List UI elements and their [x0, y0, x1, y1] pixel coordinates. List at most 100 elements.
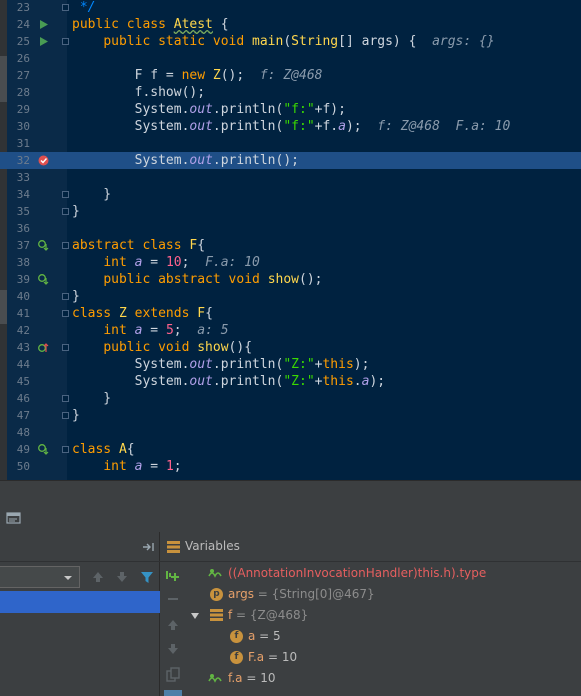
- new-watch-icon[interactable]: [165, 567, 181, 583]
- code-text: }: [72, 289, 80, 304]
- variables-panel: Variables ((AnnotationInvocationHandler)…: [160, 532, 581, 696]
- code-line[interactable]: 35}: [0, 203, 581, 220]
- frames-panel: [0, 532, 160, 696]
- code-line[interactable]: 49 class A{: [0, 441, 581, 458]
- watch-icon: [208, 674, 222, 683]
- code-line[interactable]: 38 int a = 10; F.a: 10: [0, 254, 581, 271]
- line-number: 35: [16, 205, 30, 218]
- code-text: System.out.println("f:"+f);: [72, 102, 346, 117]
- console-icon[interactable]: [6, 510, 22, 526]
- line-number: 31: [16, 137, 30, 150]
- line-number: 23: [16, 1, 30, 14]
- fold-marker[interactable]: [62, 344, 69, 351]
- line-number: 43: [16, 341, 30, 354]
- line-number: 37: [16, 239, 30, 252]
- restore-layout-icon[interactable]: [140, 539, 156, 555]
- code-text: System.out.println("f:"+f.a); f: Z@468 F…: [72, 119, 511, 134]
- code-line[interactable]: 34 }: [0, 186, 581, 203]
- fold-marker[interactable]: [62, 208, 69, 215]
- thread-selector[interactable]: [0, 566, 80, 588]
- fold-marker[interactable]: [62, 38, 69, 45]
- variable-value: = {Z@468}: [232, 608, 309, 622]
- code-line[interactable]: 26: [0, 50, 581, 67]
- field-icon: f: [230, 651, 243, 664]
- code-text: public abstract void show();: [103, 272, 323, 287]
- code-line[interactable]: 25 public static void main(String[] args…: [0, 33, 581, 50]
- expanded-triangle-icon[interactable]: [190, 611, 200, 621]
- line-number: 32: [16, 154, 30, 167]
- selected-frame[interactable]: [0, 591, 160, 613]
- fold-marker[interactable]: [62, 412, 69, 419]
- implemented-icon[interactable]: [38, 274, 49, 285]
- settings-button[interactable]: [164, 690, 182, 696]
- line-number: 34: [16, 188, 30, 201]
- copy-icon[interactable]: [165, 667, 181, 683]
- variables-header: Variables: [160, 532, 581, 562]
- code-line[interactable]: 31: [0, 135, 581, 152]
- move-down-icon[interactable]: [165, 641, 181, 657]
- code-line[interactable]: 28 f.show();: [0, 84, 581, 101]
- line-number: 24: [16, 18, 30, 31]
- line-number: 30: [16, 120, 30, 133]
- line-number: 33: [16, 171, 30, 184]
- code-line[interactable]: 50 int a = 1;: [0, 458, 581, 475]
- line-number: 29: [16, 103, 30, 116]
- variable-name: f.a: [228, 671, 243, 685]
- arrow-down-icon[interactable]: [114, 569, 130, 585]
- code-line[interactable]: 24 public class Atest {: [0, 16, 581, 33]
- debug-panel-header: [0, 480, 581, 532]
- arrow-up-icon[interactable]: [90, 569, 106, 585]
- code-line[interactable]: 39 public abstract void show();: [0, 271, 581, 288]
- current-execution-line[interactable]: 32 System.out.println();: [0, 152, 581, 169]
- code-line[interactable]: 30 System.out.println("f:"+f.a); f: Z@46…: [0, 118, 581, 135]
- code-line[interactable]: 46 }: [0, 390, 581, 407]
- code-editor[interactable]: 23 */24 public class Atest {25 public sta…: [0, 0, 581, 480]
- fold-marker[interactable]: [62, 242, 69, 249]
- code-text: }: [72, 408, 80, 423]
- run-icon[interactable]: [38, 36, 49, 47]
- code-text: int a = 1;: [103, 459, 182, 474]
- code-line[interactable]: 36: [0, 220, 581, 237]
- watch-expression: ((AnnotationInvocationHandler)this.h).ty…: [228, 566, 487, 580]
- filter-icon[interactable]: [139, 569, 155, 585]
- code-line[interactable]: 45 System.out.println("Z:"+this.a);: [0, 373, 581, 390]
- code-line[interactable]: 40}: [0, 288, 581, 305]
- implemented-icon[interactable]: [38, 240, 49, 251]
- code-line[interactable]: 47}: [0, 407, 581, 424]
- code-text: public static void main(String[] args) {…: [103, 34, 495, 49]
- line-number: 49: [16, 443, 30, 456]
- code-line[interactable]: 44 System.out.println("Z:"+this);: [0, 356, 581, 373]
- code-line[interactable]: 48: [0, 424, 581, 441]
- code-line[interactable]: 27 F f = new Z(); f: Z@468: [0, 67, 581, 84]
- variable-name: F.a: [248, 650, 265, 664]
- fold-marker[interactable]: [62, 191, 69, 198]
- overrides-icon[interactable]: [38, 342, 49, 353]
- line-number: 28: [16, 86, 30, 99]
- fold-marker[interactable]: [62, 446, 69, 453]
- fold-marker[interactable]: [62, 293, 69, 300]
- code-line[interactable]: 42 int a = 5; a: 5: [0, 322, 581, 339]
- code-line[interactable]: 43 public void show(){: [0, 339, 581, 356]
- run-icon[interactable]: [38, 19, 49, 30]
- fold-marker[interactable]: [62, 395, 69, 402]
- code-text: System.out.println("Z:"+this.a);: [72, 374, 386, 389]
- line-number: 26: [16, 52, 30, 65]
- frames-header: [0, 532, 160, 562]
- fold-marker[interactable]: [62, 310, 69, 317]
- variable-value: = {String[0]@467}: [253, 587, 375, 601]
- move-up-icon[interactable]: [165, 617, 181, 633]
- code-line[interactable]: 23 */: [0, 0, 581, 16]
- fold-marker[interactable]: [62, 4, 69, 11]
- remove-watch-icon[interactable]: [165, 591, 181, 607]
- code-text: }: [72, 187, 112, 202]
- code-line[interactable]: 41 class Z extends F{: [0, 305, 581, 322]
- implemented-icon[interactable]: [38, 444, 49, 455]
- chevron-down-icon[interactable]: [62, 572, 74, 584]
- line-number: 47: [16, 409, 30, 422]
- code-line[interactable]: 37 abstract class F{: [0, 237, 581, 254]
- breakpoint-icon[interactable]: [38, 155, 49, 166]
- code-text: System.out.println("Z:"+this);: [72, 357, 370, 372]
- line-number: 44: [16, 358, 30, 371]
- code-line[interactable]: 29 System.out.println("f:"+f);: [0, 101, 581, 118]
- code-line[interactable]: 33: [0, 169, 581, 186]
